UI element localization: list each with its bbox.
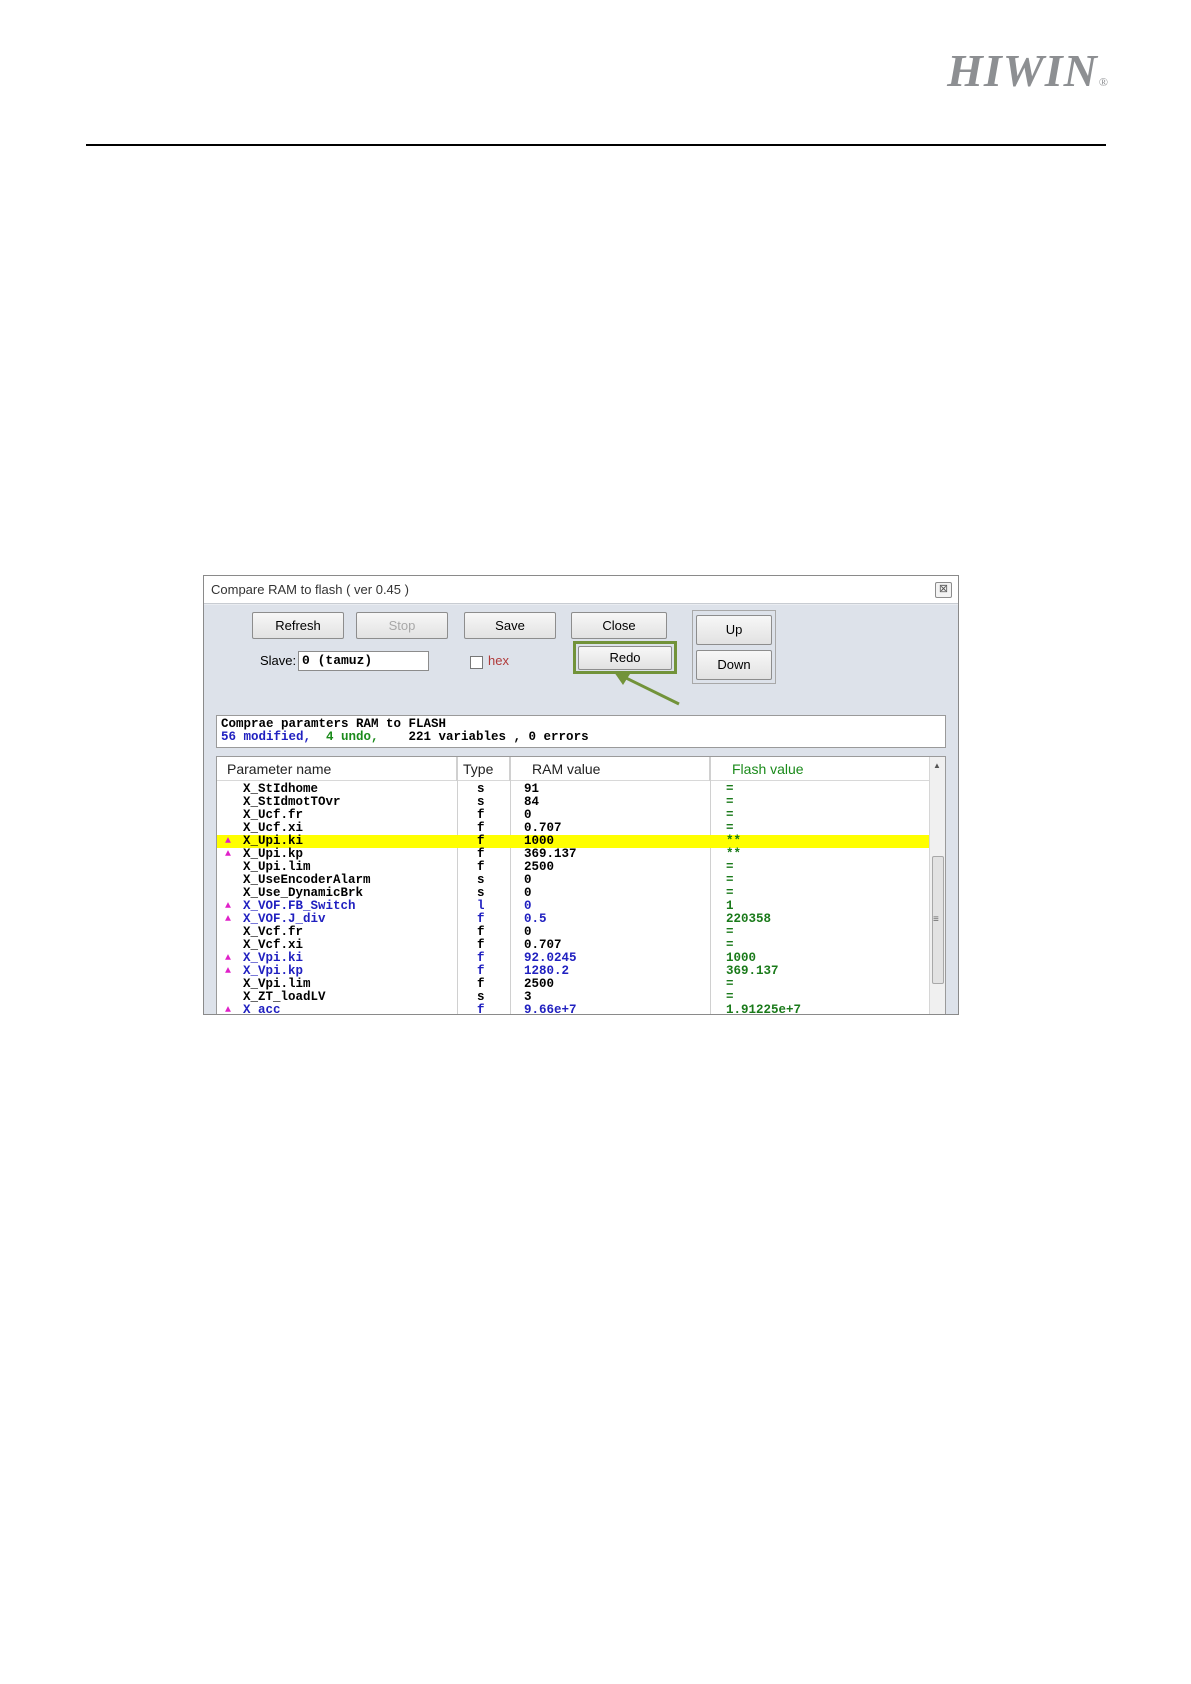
row-marker-icon: ▲ [225,966,232,977]
table-row[interactable]: X_Vcf.fr f 0 = [217,926,931,939]
column-flash-value[interactable]: Flash value [710,757,931,781]
column-type[interactable]: Type [457,757,510,781]
column-ram-value[interactable]: RAM value [510,757,710,781]
flash-value: 369.137 [726,964,779,978]
row-marker-icon: ▲ [225,901,232,912]
header-rule [86,144,1106,146]
row-marker-icon: ▲ [225,849,232,860]
vertical-scrollbar[interactable]: ▲ ≡ [929,757,945,1014]
table-row[interactable]: ▲ X_acc f 9.66e+7 1.91225e+7 [217,1004,931,1015]
close-window-icon[interactable]: ⊠ [935,582,952,598]
navigation-group: Up Down [692,610,776,684]
table-row[interactable]: ▲ X_VOF.J_div f 0.5 220358 [217,913,931,926]
status-panel: Comprae paramters RAM to FLASH 56 modifi… [216,715,946,748]
ram-value: 9.66e+7 [524,1003,577,1015]
table-row[interactable]: ▲ X_Vpi.ki f 92.0245 1000 [217,952,931,965]
annotation-arrow-icon [614,672,680,706]
column-parameter-name[interactable]: Parameter name [217,757,457,781]
window-body: Refresh Stop Save Close Up Down Slave: 0… [204,605,958,1014]
hex-label: hex [488,653,509,668]
row-marker-icon: ▲ [225,953,232,964]
scroll-grip-icon: ≡ [933,914,939,925]
compare-ram-flash-window: Compare RAM to flash ( ver 0.45 ) ⊠ Refr… [203,575,959,1015]
row-marker-icon: ▲ [225,914,232,925]
row-marker-icon: ▲ [225,836,232,847]
hiwin-logo: HIWIN® [947,45,1109,96]
up-button[interactable]: Up [696,615,772,645]
status-summary: 221 variables , 0 errors [378,730,589,744]
window-title: Compare RAM to flash ( ver 0.45 ) [211,582,409,597]
stop-button[interactable]: Stop [356,612,448,639]
scroll-up-icon[interactable]: ▲ [933,761,941,770]
row-marker-icon: ▲ [225,1005,232,1015]
parameter-list: Parameter name Type RAM value Flash valu… [216,756,946,1015]
table-row[interactable]: X_Ucf.xi f 0.707 = [217,822,931,835]
slave-input[interactable]: 0 (tamuz) [298,651,429,671]
table-row[interactable]: ▲ X_Vpi.kp f 1280.2 369.137 [217,965,931,978]
status-undo: 4 undo, [311,730,379,744]
parameter-rows: X_StIdhome s 91 = X_StIdmotTOvr s 84 = X_Ucf.fr f… [217,783,931,1015]
save-button[interactable]: Save [464,612,556,639]
redo-highlight-box [573,641,677,674]
parameter-type: f [477,1003,485,1015]
title-bar: Compare RAM to flash ( ver 0.45 ) ⊠ [204,576,958,604]
table-row[interactable]: X_StIdmotTOvr s 84 = [217,796,931,809]
flash-value: 1.91225e+7 [726,1003,802,1015]
refresh-button[interactable]: Refresh [252,612,344,639]
close-button[interactable]: Close [571,612,667,639]
down-button[interactable]: Down [696,650,772,680]
list-header: Parameter name Type RAM value Flash valu… [217,757,931,781]
parameter-name: X_acc [243,1003,281,1015]
status-modified: 56 modified, [221,730,312,744]
slave-label: Slave: [260,653,297,668]
table-row[interactable]: X_Ucf.fr f 0 = [217,809,931,822]
hex-checkbox[interactable] [470,656,483,669]
table-row[interactable]: ▲ X_Upi.kp f 369.137 ** [217,848,931,861]
